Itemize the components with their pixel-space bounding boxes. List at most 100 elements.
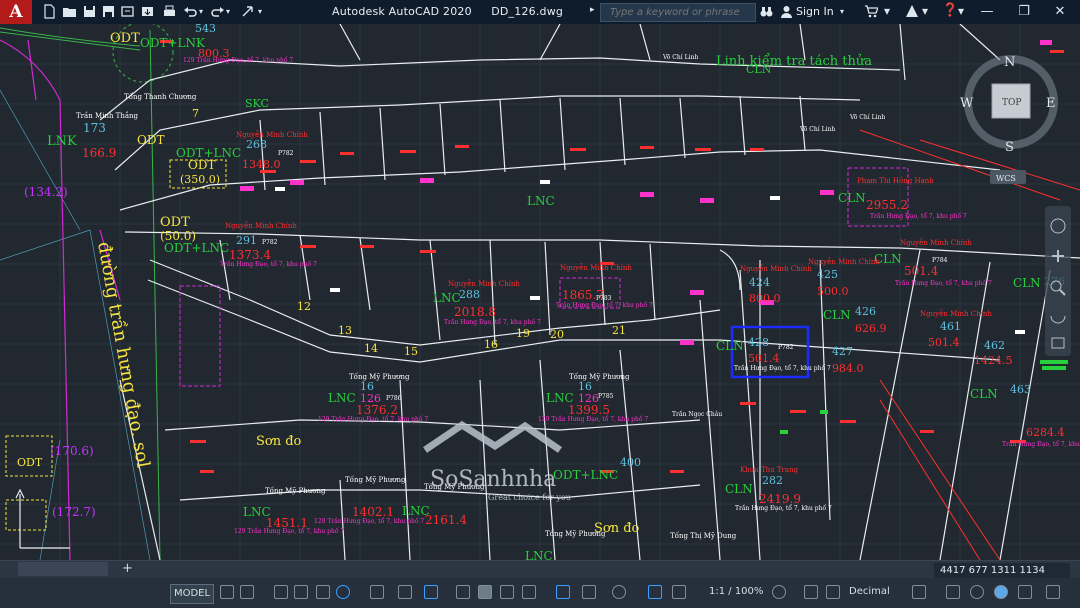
search-box[interactable]: [600, 3, 756, 22]
viewcube-top[interactable]: TOP: [1002, 98, 1021, 108]
sign-in-button[interactable]: Sign In: [796, 5, 834, 18]
annotation-monitor-icon[interactable]: [804, 585, 818, 599]
owner-name: Võ Chí Linh: [849, 114, 885, 121]
save-web-icon[interactable]: [140, 4, 155, 19]
infer-constraints-icon[interactable]: [274, 585, 288, 599]
undo-icon[interactable]: [183, 4, 198, 19]
isodraft-icon[interactable]: [370, 585, 384, 599]
selection-cycling-icon[interactable]: [500, 585, 514, 599]
lot-number: 15: [404, 345, 418, 358]
new-file-icon[interactable]: [42, 4, 57, 19]
lineweight-icon[interactable]: [456, 585, 470, 599]
object-snap-icon[interactable]: [424, 585, 438, 599]
search-input[interactable]: [610, 5, 750, 19]
app-dropdown-icon[interactable]: ▾: [922, 4, 928, 18]
search-expand-icon[interactable]: ▸: [590, 5, 595, 15]
parcel-number: 543: [195, 24, 216, 35]
cart-icon[interactable]: [864, 5, 878, 18]
close-button[interactable]: ✕: [1040, 0, 1080, 24]
polar-tracking-icon[interactable]: [336, 585, 350, 599]
minimize-button[interactable]: —: [967, 0, 1007, 24]
save-as-icon[interactable]: [101, 4, 116, 19]
dynamic-ucs-icon[interactable]: [556, 585, 570, 599]
user-icon[interactable]: [780, 5, 793, 18]
selection-filter-icon[interactable]: [582, 585, 596, 599]
owner-name: Trần Ngọc Châu: [672, 410, 722, 418]
sheet-tag: P782: [778, 344, 794, 351]
code-label: ODT: [17, 456, 43, 469]
annotation-visibility-icon[interactable]: [648, 585, 662, 599]
bracket-area-label: (134.2): [24, 185, 68, 199]
open-folder-icon[interactable]: [62, 4, 77, 19]
autodesk-app-icon[interactable]: [904, 4, 920, 19]
graphics-performance-icon[interactable]: [994, 585, 1008, 599]
sign-in-dropdown-icon[interactable]: ▾: [840, 7, 844, 16]
sheet-tag: P784: [932, 257, 948, 264]
add-layout-button[interactable]: +: [122, 561, 133, 576]
annotation-scale[interactable]: 1:1 / 100%: [709, 586, 763, 597]
3d-object-snap-icon[interactable]: [522, 585, 536, 599]
coordinate-readout: 4417 677 1311 1134 1491 10: [934, 563, 1070, 592]
drawing-canvas[interactable]: đường trần hưng đạo. sol Linh kiểm tra t…: [0, 21, 1080, 563]
restore-button[interactable]: ❐: [1004, 0, 1044, 24]
address-label: 129 Trần Hưng Đạo, tổ 7, khu phố 7: [318, 415, 428, 423]
viewcube-north[interactable]: N: [1004, 55, 1015, 70]
area-label: 500.0: [817, 285, 849, 298]
object-snap-tracking-icon[interactable]: [398, 585, 412, 599]
annotation-marks: [275, 180, 1025, 334]
auto-scale-icon[interactable]: [672, 585, 686, 599]
ortho-icon[interactable]: [316, 585, 330, 599]
open-web-icon[interactable]: [120, 4, 135, 19]
navigation-bar[interactable]: [1045, 206, 1071, 356]
code-label: CLN: [823, 308, 851, 322]
clean-screen-icon[interactable]: [1018, 585, 1032, 599]
address-label: Trần Hưng Đạo, tổ 7, khu phố 7: [735, 504, 832, 512]
document-name: DD_126.dwg: [491, 5, 564, 18]
area-label: 166.9: [82, 146, 116, 160]
code-label: CLN: [725, 482, 753, 496]
help-icon[interactable]: ❓: [942, 3, 958, 18]
workspace-gear-icon[interactable]: [772, 585, 786, 599]
customization-icon[interactable]: [1046, 585, 1060, 599]
units-dropdown[interactable]: Decimal: [849, 586, 890, 597]
snap-icon[interactable]: [240, 585, 254, 599]
share-icon[interactable]: [240, 4, 255, 19]
area-label: 2161.4: [425, 513, 467, 527]
grid-icon[interactable]: [220, 585, 234, 599]
area-label: 1348.0: [242, 158, 281, 171]
isolate-objects-icon[interactable]: [970, 585, 984, 599]
binoculars-icon[interactable]: [760, 5, 773, 18]
autocad-logo-button[interactable]: A: [0, 0, 32, 24]
units-icon[interactable]: [826, 585, 840, 599]
dynamic-input-icon[interactable]: [294, 585, 308, 599]
quick-properties-icon[interactable]: [912, 585, 926, 599]
plot-icon[interactable]: [162, 4, 177, 19]
viewcube-east[interactable]: E: [1046, 96, 1056, 111]
sheet-tag: P782: [278, 150, 294, 157]
viewcube-west[interactable]: W: [960, 96, 974, 111]
owner-name: Võ Chí Linh: [662, 54, 698, 61]
viewcube-south[interactable]: S: [1005, 140, 1014, 155]
area-label: 800.0: [749, 292, 781, 305]
address-label: 129 Trần Hưng Đạo, tổ 7, khu phố 7: [234, 527, 344, 535]
viewcube[interactable]: TOP N S E W WCS: [960, 55, 1058, 184]
cart-dropdown-icon[interactable]: ▾: [884, 4, 890, 18]
code-label: LNC: [433, 291, 461, 305]
lock-ui-icon[interactable]: [946, 585, 960, 599]
parcel-number: 461: [940, 320, 961, 333]
customize-toolbar-icon[interactable]: ▾: [258, 7, 262, 16]
layout-tab[interactable]: [18, 562, 108, 576]
help-dropdown-icon[interactable]: ▾: [958, 4, 964, 18]
transparency-icon[interactable]: [478, 585, 492, 599]
owner-name: Trần Minh Thắng: [76, 111, 139, 120]
redo-dropdown-icon[interactable]: ▾: [226, 7, 230, 16]
parcel-number: 428: [748, 336, 769, 349]
model-space-button[interactable]: MODEL: [170, 584, 214, 604]
save-icon[interactable]: [82, 4, 97, 19]
wcs-menu[interactable]: WCS: [996, 174, 1016, 183]
undo-dropdown-icon[interactable]: ▾: [199, 7, 203, 16]
sheet-tag: P783: [596, 295, 612, 302]
redo-icon[interactable]: [210, 4, 225, 19]
address-label: 129 Trần Hưng Đạo, tổ 7, khu phố 7: [314, 517, 424, 525]
gizmo-icon[interactable]: [612, 585, 626, 599]
